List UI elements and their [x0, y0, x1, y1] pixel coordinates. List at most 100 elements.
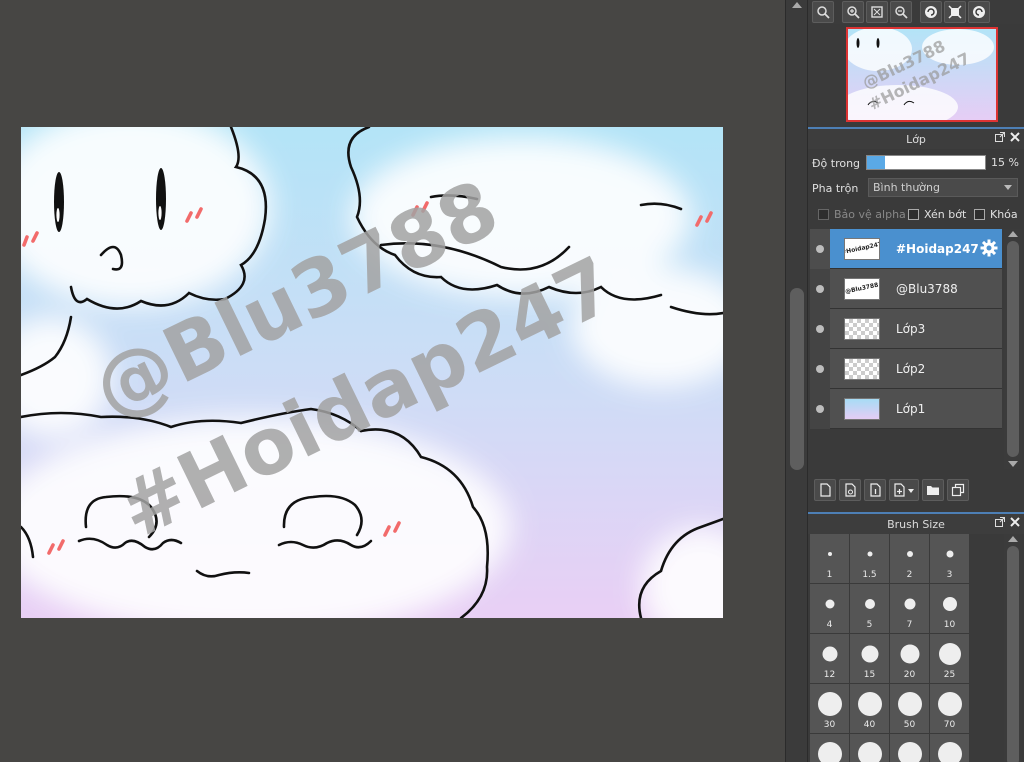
brush-size-label: 3 [946, 570, 953, 580]
brush-dot-icon [857, 742, 882, 762]
brush-size-option[interactable]: 50 [890, 684, 930, 734]
brush-size-option[interactable]: 12 [810, 634, 850, 684]
reset-view-icon[interactable] [944, 1, 966, 23]
navigator-preview[interactable]: @Blu3788 #Hoidap247 [846, 27, 998, 122]
scroll-thumb[interactable] [790, 288, 804, 470]
brush-panel-header: Brush Size [808, 512, 1024, 534]
brush-dot-icon [942, 597, 957, 611]
brush-size-option[interactable] [810, 734, 850, 762]
brush-size-option[interactable]: 1.5 [850, 534, 890, 584]
brush-dot-icon [900, 644, 919, 664]
brush-size-option[interactable]: 70 [930, 684, 970, 734]
canvas-vertical-scrollbar[interactable] [785, 0, 808, 762]
blend-mode-value: Bình thường [873, 181, 940, 194]
opacity-slider[interactable] [866, 155, 986, 170]
brush-size-label: 7 [906, 620, 913, 630]
brush-size-option[interactable]: 5 [850, 584, 890, 634]
brush-size-label: 1 [826, 570, 833, 580]
gear-icon[interactable] [980, 239, 998, 257]
visibility-toggle[interactable] [810, 348, 830, 389]
visibility-toggle[interactable] [810, 268, 830, 309]
lock-option[interactable]: Khóa [974, 208, 1018, 221]
popout-icon[interactable] [995, 132, 1005, 142]
duplicate-layer-button[interactable] [947, 479, 969, 501]
scroll-up-arrow-icon[interactable] [1008, 231, 1018, 237]
lock-checkbox[interactable] [974, 209, 985, 220]
brush-size-option[interactable]: 10 [930, 584, 970, 634]
rotate-left-icon[interactable] [920, 1, 942, 23]
visibility-toggle[interactable] [810, 388, 830, 429]
brush-dot-icon [937, 692, 962, 716]
blend-mode-select[interactable]: Bình thường [868, 178, 1018, 197]
brush-size-option[interactable]: 15 [850, 634, 890, 684]
eye-icon [816, 284, 824, 293]
brush-size-label: 40 [863, 720, 876, 730]
clipping-checkbox[interactable] [908, 209, 919, 220]
layer-panel: Lớp Độ trong 15 % Pha trộn Bình thường B… [808, 127, 1024, 507]
brush-dot-icon [946, 550, 953, 558]
protect-alpha-checkbox[interactable] [818, 209, 829, 220]
scroll-down-arrow-icon[interactable] [1008, 461, 1018, 467]
right-panel: @Blu3788 #Hoidap247 Lớp Độ trong 15 % Ph… [808, 0, 1024, 762]
brush-size-option[interactable]: 25 [930, 634, 970, 684]
brush-size-option[interactable] [930, 734, 970, 762]
layer-row-lop1[interactable]: Lớp1 [810, 388, 1002, 429]
brush-dot-icon [864, 599, 875, 609]
fit-screen-icon[interactable] [866, 1, 888, 23]
zoom-fit-icon[interactable] [812, 1, 834, 23]
drawing-canvas[interactable]: @Blu3788 #Hoidap247 [21, 127, 723, 618]
brush-dot-icon [937, 742, 962, 762]
brush-size-label: 10 [943, 620, 956, 630]
layer-list-scrollbar[interactable] [1004, 229, 1022, 469]
brush-size-option[interactable]: 1 [810, 534, 850, 584]
eye-icon [816, 244, 824, 253]
zoom-in-icon[interactable] [842, 1, 864, 23]
brush-size-option[interactable]: 3 [930, 534, 970, 584]
brush-dot-icon [897, 742, 922, 762]
layer-row-lop2[interactable]: Lớp2 [810, 348, 1002, 389]
new-1bit-layer-button[interactable] [864, 479, 886, 501]
clipping-option[interactable]: Xén bớt [908, 208, 966, 221]
layer-toolbar [808, 477, 1024, 503]
new-8bit-layer-button[interactable] [839, 479, 861, 501]
close-icon[interactable] [1010, 517, 1020, 527]
brush-size-option[interactable] [890, 734, 930, 762]
brush-size-option[interactable]: 7 [890, 584, 930, 634]
layer-row-blu3788[interactable]: @Blu3788 @Blu3788 [810, 268, 1002, 309]
add-layer-menu-button[interactable] [889, 479, 919, 501]
opacity-value: 15 % [991, 156, 1019, 169]
protect-alpha-label: Bảo vệ alpha [834, 208, 906, 221]
scroll-up-arrow-icon[interactable] [792, 2, 802, 8]
scroll-up-arrow-icon[interactable] [1008, 536, 1018, 542]
eye-icon [816, 364, 824, 373]
brush-size-option[interactable]: 2 [890, 534, 930, 584]
visibility-toggle[interactable] [810, 308, 830, 349]
brush-dot-icon [822, 646, 837, 662]
scroll-thumb[interactable] [1007, 546, 1019, 762]
layer-name: Lớp2 [896, 361, 926, 376]
layer-row-lop3[interactable]: Lớp3 [810, 308, 1002, 349]
clipping-label: Xén bớt [924, 208, 967, 221]
brush-panel-scrollbar[interactable] [1004, 534, 1022, 762]
new-layer-button[interactable] [814, 479, 836, 501]
duplicate-icon [951, 483, 965, 497]
brush-size-option[interactable]: 20 [890, 634, 930, 684]
visibility-toggle[interactable] [810, 228, 830, 269]
rotate-right-icon[interactable] [968, 1, 990, 23]
brush-panel-title: Brush Size [887, 517, 945, 531]
layer-thumbnail: @Blu3788 [844, 277, 880, 300]
canvas-workspace[interactable]: @Blu3788 #Hoidap247 [0, 0, 785, 762]
scroll-thumb[interactable] [1007, 241, 1019, 457]
close-icon[interactable] [1010, 132, 1020, 142]
brush-size-option[interactable]: 30 [810, 684, 850, 734]
brush-size-option[interactable]: 40 [850, 684, 890, 734]
brush-size-option[interactable]: 4 [810, 584, 850, 634]
layer-row-hoidap247[interactable]: #Hoidap247 #Hoidap247 [810, 228, 1002, 269]
protect-alpha-option[interactable]: Bảo vệ alpha [818, 208, 906, 221]
popout-icon[interactable] [995, 517, 1005, 527]
brush-size-label: 12 [823, 670, 836, 680]
new-folder-button[interactable] [922, 479, 944, 501]
brush-size-option[interactable] [850, 734, 890, 762]
layer-1bit-icon [870, 483, 881, 497]
zoom-out-icon[interactable] [890, 1, 912, 23]
